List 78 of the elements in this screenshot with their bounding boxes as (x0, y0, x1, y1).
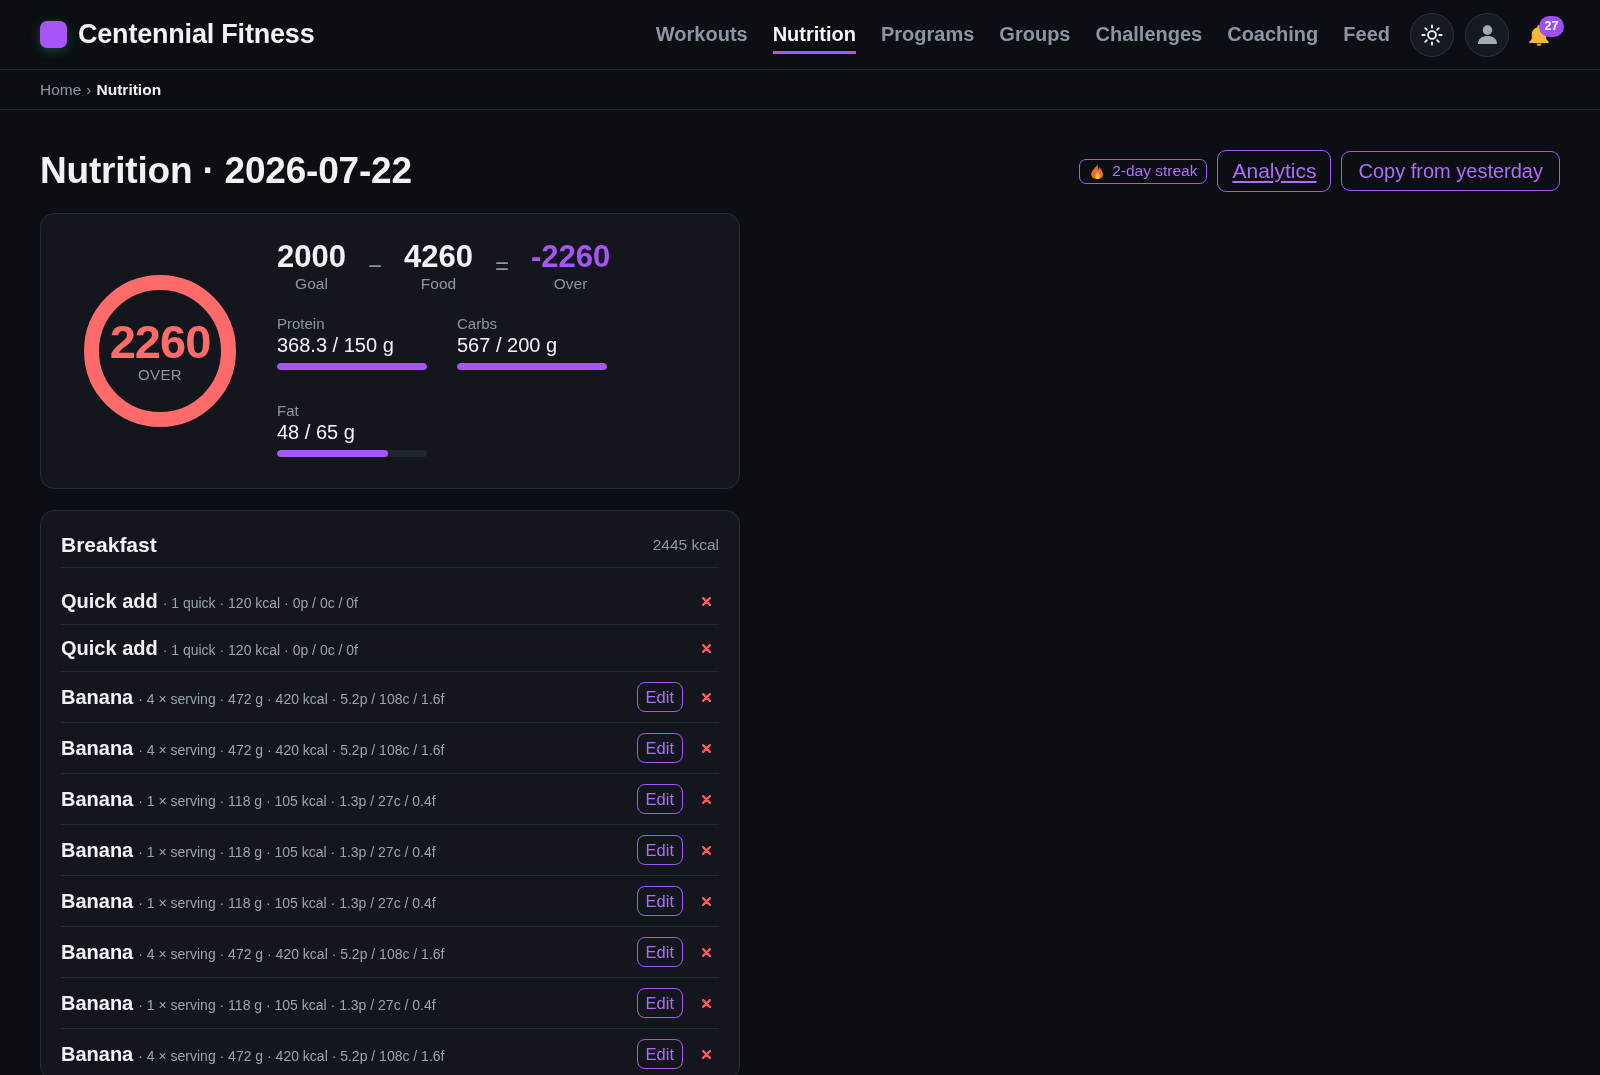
streak-label: 2-day streak (1112, 162, 1198, 180)
profile-button[interactable] (1465, 12, 1509, 57)
food-details: · 1 × serving · 118 g · 105 kcal · 1.3p / 27c / 0.4f (138, 894, 436, 911)
breadcrumb-link[interactable]: Home (40, 80, 82, 99)
calorie-value: 2000 (277, 239, 346, 274)
edit-button[interactable]: Edit (636, 733, 683, 763)
person-icon (1477, 25, 1497, 44)
nav-tab[interactable]: Feed (1343, 15, 1390, 54)
analytics-link-button[interactable]: Analytics (1217, 150, 1332, 192)
cross-icon (701, 998, 711, 1008)
nav-tab[interactable]: Challenges (1095, 15, 1203, 54)
copy-button[interactable]: Copy from yesterday (1341, 151, 1560, 191)
sun-icon (1421, 23, 1443, 46)
nav-tab[interactable]: Coaching (1227, 15, 1319, 54)
food-name: Banana (61, 786, 134, 812)
food-name: Banana (61, 888, 134, 914)
cross-icon (701, 845, 711, 855)
minus-sign: − (367, 252, 382, 280)
food-name: Banana (61, 837, 134, 863)
cross-icon (701, 692, 711, 702)
logo-icon (40, 21, 67, 48)
edit-button[interactable]: Edit (636, 682, 683, 712)
macro-reading: 48 / 65 g (277, 419, 356, 444)
edit-button[interactable]: Edit (636, 988, 683, 1018)
meal-calories: 2445 kcal (652, 536, 719, 554)
nav-tab[interactable]: Nutrition (772, 15, 856, 54)
food-details: · 1 × serving · 118 g · 105 kcal · 1.3p / 27c / 0.4f (138, 996, 436, 1013)
macro-name: Carbs (457, 314, 498, 333)
food-details: · 1 quick · 120 kcal · 0p / 0c / 0f (162, 594, 358, 611)
equals-sign: = (494, 252, 509, 280)
edit-button[interactable]: Edit (636, 886, 683, 916)
food-name: Quick add (61, 635, 158, 661)
cross-icon (701, 896, 711, 906)
flame-icon (1091, 163, 1105, 179)
breadcrumb-current-page: Nutrition (96, 80, 162, 99)
cross-icon (701, 743, 711, 753)
nav-tab[interactable]: Workouts (655, 15, 748, 54)
cross-icon (701, 643, 711, 653)
food-name: Banana (61, 990, 134, 1016)
remaining-calories: -2260 (530, 239, 611, 274)
food-details: · 4 × serving · 472 g · 420 kcal · 5.2p / 108c / 1.6f (138, 945, 445, 962)
edit-button[interactable]: Edit (636, 937, 683, 967)
food-name: Banana (61, 1041, 134, 1067)
page-title: Nutrition · 2026-07-22 (40, 150, 412, 192)
brand-name: Centennial Fitness (78, 19, 315, 50)
edit-button[interactable]: Edit (636, 1039, 683, 1069)
food-name: Banana (61, 684, 134, 710)
food-details: · 4 × serving · 472 g · 420 kcal · 5.2p / 108c / 1.6f (138, 1047, 445, 1064)
calorie-value: 4260 (404, 239, 473, 274)
edit-button[interactable]: Edit (636, 835, 683, 865)
meal-title: Breakfast (61, 533, 157, 557)
macro-reading: 368.3 / 150 g (277, 332, 395, 357)
food-details: · 1 × serving · 118 g · 105 kcal · 1.3p / 27c / 0.4f (138, 792, 436, 809)
nav-tab[interactable]: Groups (999, 15, 1071, 54)
cross-icon (701, 1049, 711, 1059)
nav-tab[interactable]: Programs (881, 15, 975, 54)
food-details: · 1 quick · 120 kcal · 0p / 0c / 0f (162, 641, 358, 658)
macro-name: Fat (277, 401, 300, 420)
food-details: · 4 × serving · 472 g · 420 kcal · 5.2p / 108c / 1.6f (138, 741, 445, 758)
ring-label: OVER (137, 366, 183, 384)
calorie-label: Food (420, 273, 457, 293)
edit-button[interactable]: Edit (636, 784, 683, 814)
cross-icon (701, 794, 711, 804)
macro-name: Protein (277, 314, 326, 333)
food-name: Banana (61, 939, 134, 965)
food-name: Quick add (61, 588, 158, 614)
breadcrumb-separator: › (86, 80, 92, 99)
calorie-label: Goal (295, 273, 328, 293)
cross-icon (701, 947, 711, 957)
food-details: · 4 × serving · 472 g · 420 kcal · 5.2p / 108c / 1.6f (138, 690, 445, 707)
food-details: · 1 × serving · 118 g · 105 kcal · 1.3p / 27c / 0.4f (138, 843, 436, 860)
macro-reading: 567 / 200 g (457, 332, 559, 357)
theme-toggle-button[interactable] (1410, 12, 1454, 57)
cross-icon (701, 596, 711, 606)
notification-badge: 27 (1539, 15, 1564, 37)
calorie-label: Over (553, 273, 588, 293)
food-name: Banana (61, 735, 134, 761)
ring-value: 2260 (109, 318, 211, 366)
